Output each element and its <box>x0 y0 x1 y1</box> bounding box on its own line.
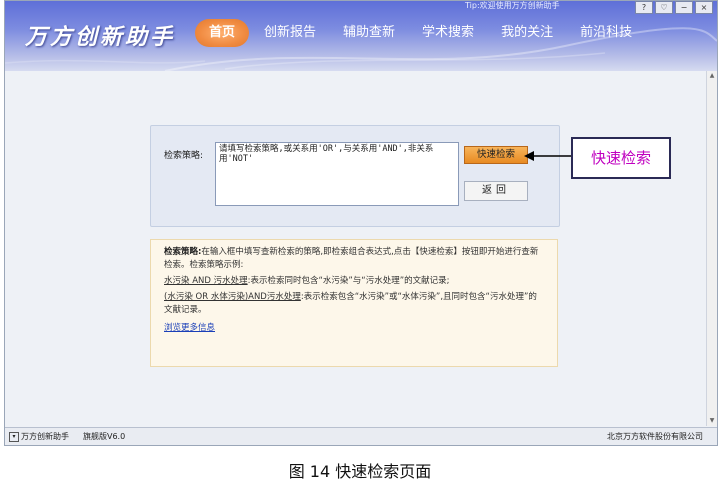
more-info-link[interactable]: 浏览更多信息 <box>164 322 215 335</box>
close-icon[interactable]: × <box>695 1 713 14</box>
help-intro: 检索策略:在输入框中填写查新检索的策略,即检索组合表达式,点击【快速检索】按钮即… <box>164 246 544 272</box>
help-icon[interactable]: ? <box>635 1 653 14</box>
quick-search-button[interactable]: 快速检索 <box>464 146 528 164</box>
status-version: 旗舰版V6.0 <box>83 432 126 441</box>
help-example-1: 水污染 AND 污水处理:表示检索同时包含“水污染”与“污水处理”的文献记录; <box>164 275 544 288</box>
strategy-label: 检索策略: <box>164 151 204 161</box>
top-tip-text: Tip:欢迎使用万方创新助手 <box>465 1 560 10</box>
example-2-query: (水污染 OR 水体污染)AND污水处理 <box>164 292 301 302</box>
app-logo: 万方创新助手 <box>25 24 176 50</box>
help-intro-text: 在输入框中填写查新检索的策略,即检索组合表达式,点击【快速检索】按钮即开始进行查… <box>164 247 539 270</box>
main-nav: 首页 创新报告 辅助查新 学术搜索 我的关注 前沿科技 <box>195 19 647 47</box>
strategy-input[interactable]: 请填写检索策略,或关系用'OR',与关系用'AND',非关系用'NOT' <box>215 142 459 206</box>
scroll-down-icon[interactable]: ▼ <box>707 416 717 426</box>
vertical-scrollbar[interactable]: ▲ ▼ <box>706 71 717 426</box>
example-1-text: :表示检索同时包含“水污染”与“污水处理”的文献记录; <box>247 276 450 286</box>
figure-caption: 图 14 快速检索页面 <box>288 462 432 481</box>
callout-label: 快速检索 <box>571 137 671 179</box>
minimize-icon[interactable]: − <box>675 1 693 14</box>
status-app-name: 万方创新助手 <box>21 432 69 441</box>
example-1-query: 水污染 AND 污水处理 <box>164 276 248 286</box>
search-panel: 检索策略: 请填写检索策略,或关系用'OR',与关系用'AND',非关系用'NO… <box>150 125 560 227</box>
nav-home[interactable]: 首页 <box>195 19 250 47</box>
status-company: 北京万方软件股份有限公司 <box>607 432 703 441</box>
nav-frontier-tech[interactable]: 前沿科技 <box>568 19 644 47</box>
status-bar: ▾ 万方创新助手 旗舰版V6.0 北京万方软件股份有限公司 <box>5 427 717 445</box>
window-controls: ? ♡ − × <box>635 1 713 14</box>
help-intro-title: 检索策略: <box>164 247 202 257</box>
help-example-2: (水污染 OR 水体污染)AND污水处理:表示检索包含“水污染”或“水体污染”,… <box>164 291 544 317</box>
app-window: Tip:欢迎使用万方创新助手 万方创新助手 首页 创新报告 辅助查新 学术搜索 … <box>4 0 718 446</box>
status-dropdown-icon[interactable]: ▾ <box>9 432 19 442</box>
nav-innovation-report[interactable]: 创新报告 <box>252 19 328 47</box>
header-banner: Tip:欢迎使用万方创新助手 万方创新助手 首页 创新报告 辅助查新 学术搜索 … <box>5 1 717 71</box>
back-button[interactable]: 返回 <box>464 181 528 201</box>
nav-novelty-search[interactable]: 辅助查新 <box>331 19 407 47</box>
scroll-up-icon[interactable]: ▲ <box>707 71 717 81</box>
nav-academic-search[interactable]: 学术搜索 <box>410 19 486 47</box>
favorite-icon[interactable]: ♡ <box>655 1 673 14</box>
strategy-help-panel: 检索策略:在输入框中填写查新检索的策略,即检索组合表达式,点击【快速检索】按钮即… <box>150 239 558 367</box>
nav-my-follows[interactable]: 我的关注 <box>489 19 565 47</box>
